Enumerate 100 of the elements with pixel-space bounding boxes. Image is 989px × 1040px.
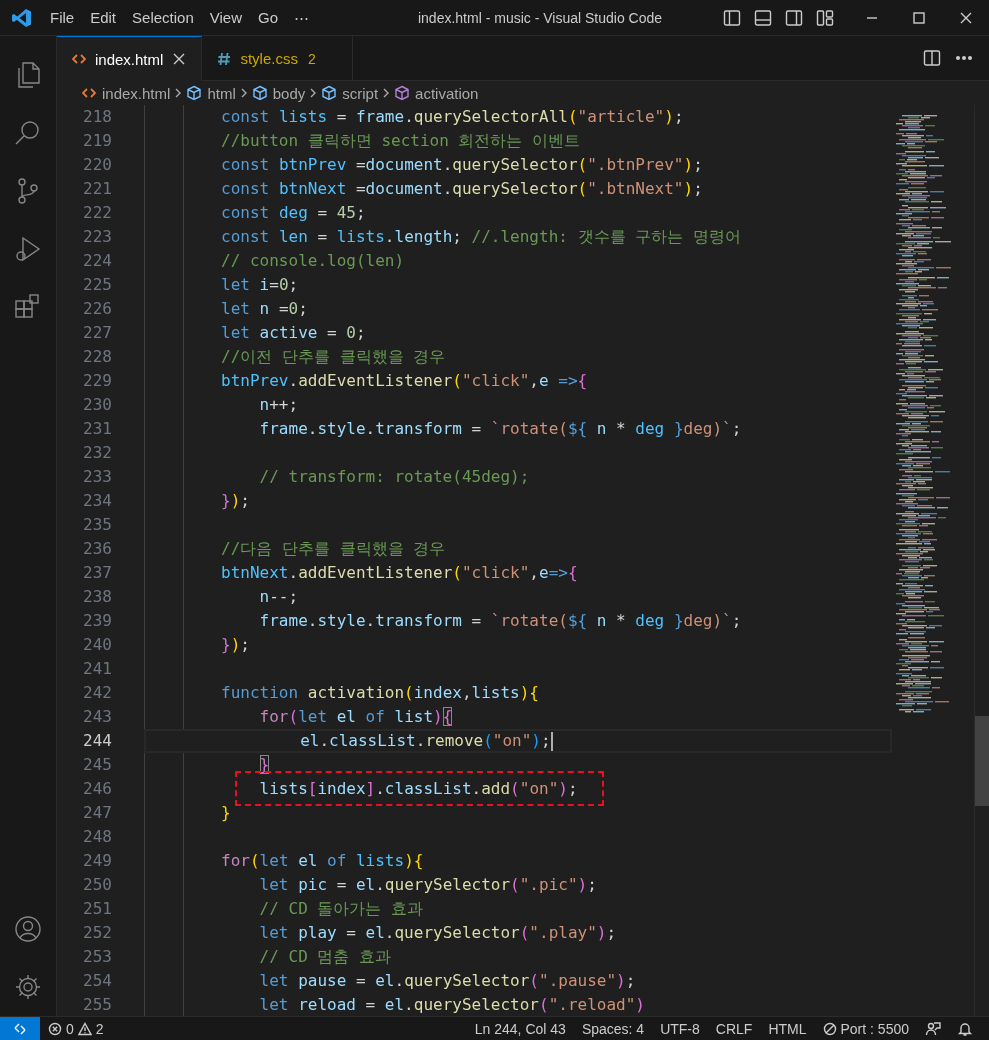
code-line: frame.style.transform = `rotate(${ n * deg }deg)`; [258, 610, 743, 632]
code-line: //이전 단추를 클릭했을 경우 [220, 346, 447, 368]
line-number: 244 [82, 730, 113, 752]
code-line: function activation(index,lists){ [220, 682, 540, 704]
menu-item[interactable]: Go [250, 4, 286, 31]
menu-item[interactable]: Edit [82, 4, 125, 31]
layout-icon[interactable] [816, 8, 834, 27]
chevron-icon [382, 87, 391, 99]
menu-item[interactable]: ⋯ [286, 4, 317, 31]
line-number: 225 [82, 274, 113, 296]
breadcrumb-item[interactable]: index.html [81, 84, 171, 102]
line-number: 222 [82, 202, 113, 224]
menu-item[interactable]: Selection [124, 4, 202, 31]
line-number: 229 [82, 370, 113, 392]
cube-icon [251, 85, 268, 101]
line-number: 218 [82, 106, 113, 128]
code-line: frame.style.transform = `rotate(${ n * deg }deg)`; [258, 418, 743, 440]
maximize-icon[interactable] [911, 10, 926, 25]
panel-icon[interactable] [754, 8, 772, 27]
scrollbar-thumb[interactable] [975, 716, 989, 806]
line-number: 251 [82, 898, 113, 920]
settings-icon[interactable] [13, 972, 43, 1002]
cube-icon [186, 85, 203, 101]
line-number: 219 [82, 130, 113, 152]
code-line: lists[index].classList.add("on"); [144, 777, 892, 801]
line-number: 248 [82, 826, 113, 848]
breadcrumb-item[interactable]: script [321, 84, 379, 102]
line-number: 235 [82, 514, 113, 536]
line-number: 224 [82, 250, 113, 272]
code-line: // transform: rotate(45deg); [258, 466, 531, 488]
line-number: 243 [82, 706, 113, 728]
line-number: 241 [82, 658, 113, 680]
breadcrumb-item[interactable]: body [251, 84, 306, 102]
line-number: 249 [82, 850, 113, 872]
cursor-position[interactable]: Ln 244, Col 43 [466, 1020, 574, 1037]
editor-tab[interactable]: index.html [57, 36, 203, 81]
code-line: // console.log(len) [220, 250, 406, 272]
warning-icon [77, 1021, 92, 1036]
line-number: 230 [82, 394, 113, 416]
menu-item[interactable]: View [201, 4, 250, 31]
code-line: let i=0; [220, 274, 300, 296]
window-title: index.html - music - Visual Studio Code [416, 9, 664, 26]
app-logo-icon [10, 6, 32, 29]
breadcrumb-item[interactable]: html [186, 84, 236, 102]
run-debug-icon[interactable] [13, 234, 43, 264]
line-number: 220 [82, 154, 113, 176]
code-line: const btnPrev =document.querySelector(".btnPrev"); [220, 154, 704, 176]
port-status[interactable]: Port : 5500 [814, 1020, 917, 1037]
breadcrumb-item[interactable]: activation [394, 84, 479, 102]
line-number: 255 [82, 994, 113, 1016]
hash-icon [216, 50, 233, 67]
code-line: const len = lists.length; //.length: 갯수를 구하는 명령어 [220, 226, 742, 248]
code-line: btnNext.addEventListener("click",e=>{ [220, 562, 579, 584]
menu-item[interactable]: File [42, 4, 83, 31]
code-line: let pause = el.querySelector(".pause"); [258, 970, 637, 992]
line-number: 221 [82, 178, 113, 200]
secondary-sidebar-icon[interactable] [785, 8, 803, 27]
code-line: //다음 단추를 클릭했을 경우 [220, 538, 447, 560]
code-line: //button 클릭하면 section 회전하는 이벤트 [220, 130, 582, 152]
encoding-status[interactable]: UTF-8 [652, 1020, 708, 1037]
code-line: n--; [258, 586, 300, 608]
chevron-icon [239, 87, 248, 99]
cube-icon [394, 85, 411, 101]
code-line: } [220, 802, 232, 824]
code-line: let n =0; [220, 298, 309, 320]
line-number: 253 [82, 946, 113, 968]
code-line: let reload = el.querySelector(".reload") [258, 994, 646, 1016]
line-number: 239 [82, 610, 113, 632]
line-number: 227 [82, 322, 113, 344]
code-line: let pic = el.querySelector(".pic"); [258, 874, 598, 896]
notification-icon[interactable] [957, 1020, 973, 1037]
line-number: 233 [82, 466, 113, 488]
line-number: 254 [82, 970, 113, 992]
code-line: for(let el of lists){ [220, 850, 425, 872]
account-icon[interactable] [13, 914, 43, 944]
indentation-status[interactable]: Spaces: 4 [573, 1020, 653, 1037]
line-number: 228 [82, 346, 113, 368]
code-line: // CD 돌아가는 효과 [258, 898, 425, 920]
feedback-icon[interactable] [925, 1020, 941, 1037]
remote-icon [13, 1021, 27, 1036]
code-line: }); [220, 490, 251, 512]
primary-sidebar-icon[interactable] [723, 8, 741, 27]
code-line: btnPrev.addEventListener("click",e =>{ [220, 370, 589, 392]
line-ending-status[interactable]: CRLF [707, 1020, 761, 1037]
line-number: 240 [82, 634, 113, 656]
code-line: const btnNext =document.querySelector(".btnNext"); [220, 178, 704, 200]
line-number: 231 [82, 418, 113, 440]
code-line: let play = el.querySelector(".play"); [258, 922, 618, 944]
split-editor-icon[interactable] [923, 49, 941, 67]
code-line: } [258, 754, 271, 776]
code-line: // CD 멈춤 효과 [258, 946, 393, 968]
line-number: 247 [82, 802, 113, 824]
line-number: 246 [82, 778, 113, 800]
code-line: n++; [258, 394, 300, 416]
code-line: for(let el of list){ [258, 706, 454, 728]
language-mode[interactable]: HTML [760, 1020, 815, 1037]
close-icon[interactable] [958, 10, 973, 25]
line-number: 250 [82, 874, 113, 896]
code-line: }); [220, 634, 251, 656]
problems-status[interactable]: 0 2 [40, 1020, 112, 1037]
